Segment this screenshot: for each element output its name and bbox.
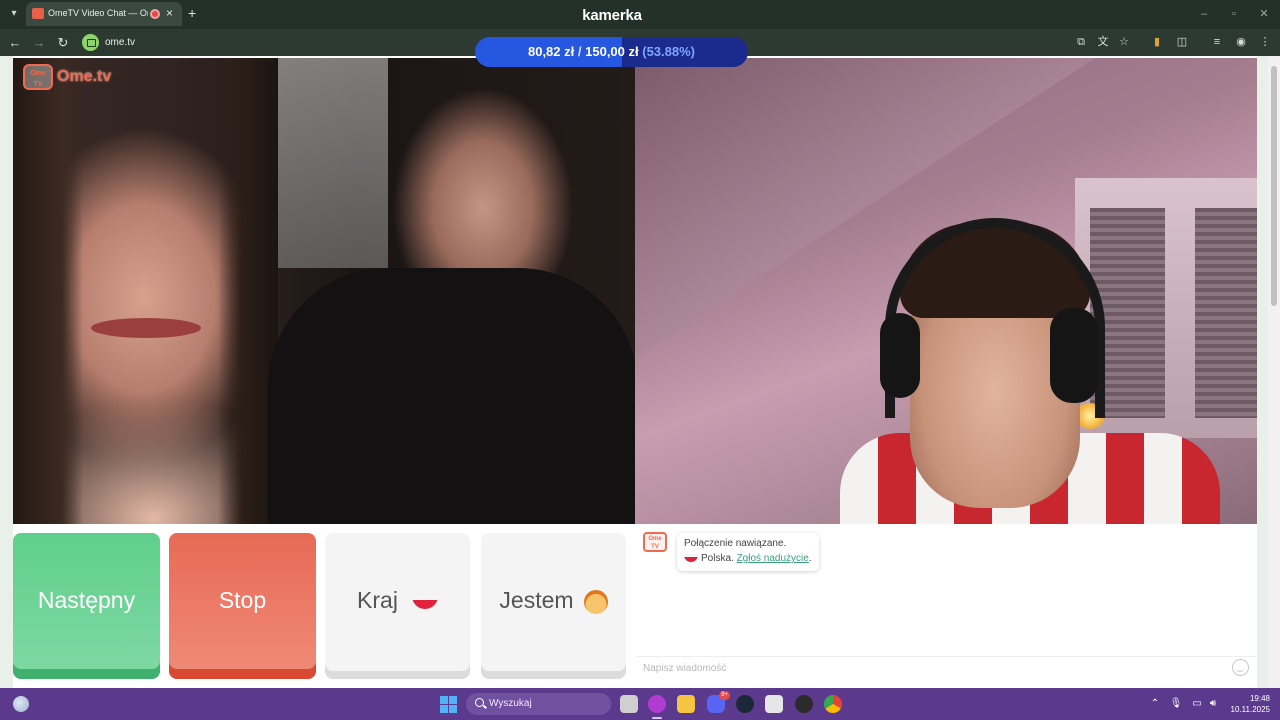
poland-flag-small-icon [684,554,698,563]
remote-video-hair-left [13,58,83,524]
tab-title: OmeTV Video Chat — Ome [48,8,148,18]
message-input[interactable] [636,656,1256,680]
microphone-icon[interactable]: 🎙︎ [1169,697,1183,711]
extension-icon[interactable]: ▮ [1150,35,1164,49]
task-view-icon[interactable] [620,695,638,713]
close-icon[interactable]: ✕ [1256,6,1272,22]
tab-ometv[interactable]: OmeTV Video Chat — Ome × [26,2,182,26]
clock-date: 10.11.2025 [1230,705,1270,714]
file-explorer-icon[interactable] [677,695,695,713]
report-suffix: . [808,553,812,564]
tool-app-icon[interactable] [765,695,783,713]
page-right-gutter [1257,56,1268,688]
profile-avatar-icon[interactable]: ◉ [1234,35,1248,49]
cast-icon[interactable]: ⧉ [1074,35,1088,49]
forward-arrow-icon[interactable]: → [31,35,47,51]
active-app-indicator [652,717,662,719]
volume-icon[interactable]: 🔊︎ [1206,697,1220,711]
reload-icon[interactable]: ↻ [55,35,71,51]
goal-percent: (53.88%) [642,44,695,59]
system-message: Połączenie nawiązane. Polska. Zgłoś nadu… [677,533,819,571]
scrollbar-thumb[interactable] [1271,66,1277,306]
local-video-blind-right [1195,208,1257,418]
boy-emoji-icon [583,589,608,614]
remote-video-detail [91,318,201,338]
ometv-logo-word: Ome.tv [57,68,112,85]
back-arrow-icon[interactable]: ← [7,35,23,51]
emoji-smiley-icon[interactable] [1232,659,1249,676]
country-button-content: Kraj [325,587,470,614]
donation-goal-bar: 80,82 zł / 150,00 zł (53.88%) [475,37,748,67]
site-camera-icon[interactable] [82,34,99,51]
taskbar-clock[interactable]: 19:48 10.11.2025 [1224,693,1270,715]
new-tab-plus-icon[interactable]: + [188,5,196,21]
extensions-puzzle-icon[interactable]: ◫ [1175,35,1189,49]
search-icon [475,698,484,707]
local-video-headset-left [880,313,920,398]
country-button[interactable]: Kraj [325,533,470,679]
next-button[interactable]: Następny [13,533,160,679]
page-left-gutter [0,56,13,688]
minimize-icon[interactable]: – [1196,6,1212,22]
goal-separator: / [577,44,582,59]
gender-button[interactable]: Jestem [481,533,626,679]
connection-status: Połączenie nawiązane. [684,538,787,549]
ometv-tv-icon: Ome TV [23,64,53,90]
partner-country-line: Polska. Zgłoś nadużycie. [684,553,812,564]
obs-icon[interactable] [795,695,813,713]
youtube-favicon-icon [32,8,44,19]
stop-button[interactable]: Stop [169,533,316,679]
partner-country: Polska. [701,553,734,564]
report-abuse-link[interactable]: Zgłoś nadużycie [737,553,809,564]
weather-cloud-icon[interactable] [13,696,29,712]
stream-overlay-brand: kamerka [582,7,642,24]
media-app-icon[interactable] [648,695,666,713]
discord-notification-badge: 9+ [719,691,730,700]
page-scrollbar[interactable] [1268,56,1280,688]
ometv-chat-avatar-icon: Ome TV [643,532,667,552]
discord-icon[interactable]: 9+ [707,691,730,713]
gender-button-label: Jestem [499,587,574,613]
gender-button-content: Jestem [481,587,626,614]
steam-icon[interactable] [736,695,754,713]
taskbar-search-box[interactable]: Wyszukaj [466,693,611,715]
tab-list-chevron-down-icon[interactable]: ▾ [6,6,22,22]
address-url[interactable]: ome.tv [105,37,135,48]
goal-current: 80,82 zł [527,44,575,59]
donation-goal-text: 80,82 zł / 150,00 zł (53.88%) [475,37,748,67]
translate-icon[interactable]: 文 [1096,35,1110,49]
poland-flag-icon [411,594,438,609]
local-video-headset-right [1050,308,1098,403]
windows-start-icon[interactable] [440,696,457,713]
display-icon[interactable]: ▭ [1190,697,1204,711]
local-webcam-video [635,58,1257,524]
goal-target: 150,00 zł [585,44,639,59]
reading-list-icon[interactable]: ≡ [1210,35,1224,49]
clock-time: 19:48 [1249,694,1270,703]
next-button-label: Następny [37,587,136,613]
remote-video-hoodie [268,268,635,524]
country-button-label: Kraj [357,587,398,613]
windows-taskbar: Wyszukaj 9+ ⌃ 🎙︎ ▭ 🔊︎ 19:48 10.11.2025 [0,688,1280,720]
browser-tab-strip: ▾ OmeTV Video Chat — Ome × + kamerka – ▫… [0,0,1280,29]
taskbar-search-label: Wyszukaj [489,698,532,709]
stop-button-label: Stop [218,587,267,613]
maximize-icon[interactable]: ▫ [1226,6,1242,22]
chrome-icon[interactable] [824,695,842,713]
recording-indicator-icon [150,9,160,19]
menu-kebab-icon[interactable]: ⋮ [1258,35,1272,49]
tab-close-icon[interactable]: × [166,6,173,20]
ometv-logo: Ome TV Ome.tv [23,64,119,92]
remote-video [13,58,635,524]
remote-video-wall [278,58,388,268]
bookmark-star-icon[interactable]: ☆ [1117,35,1131,49]
tray-overflow-chevron-icon[interactable]: ⌃ [1148,697,1162,711]
